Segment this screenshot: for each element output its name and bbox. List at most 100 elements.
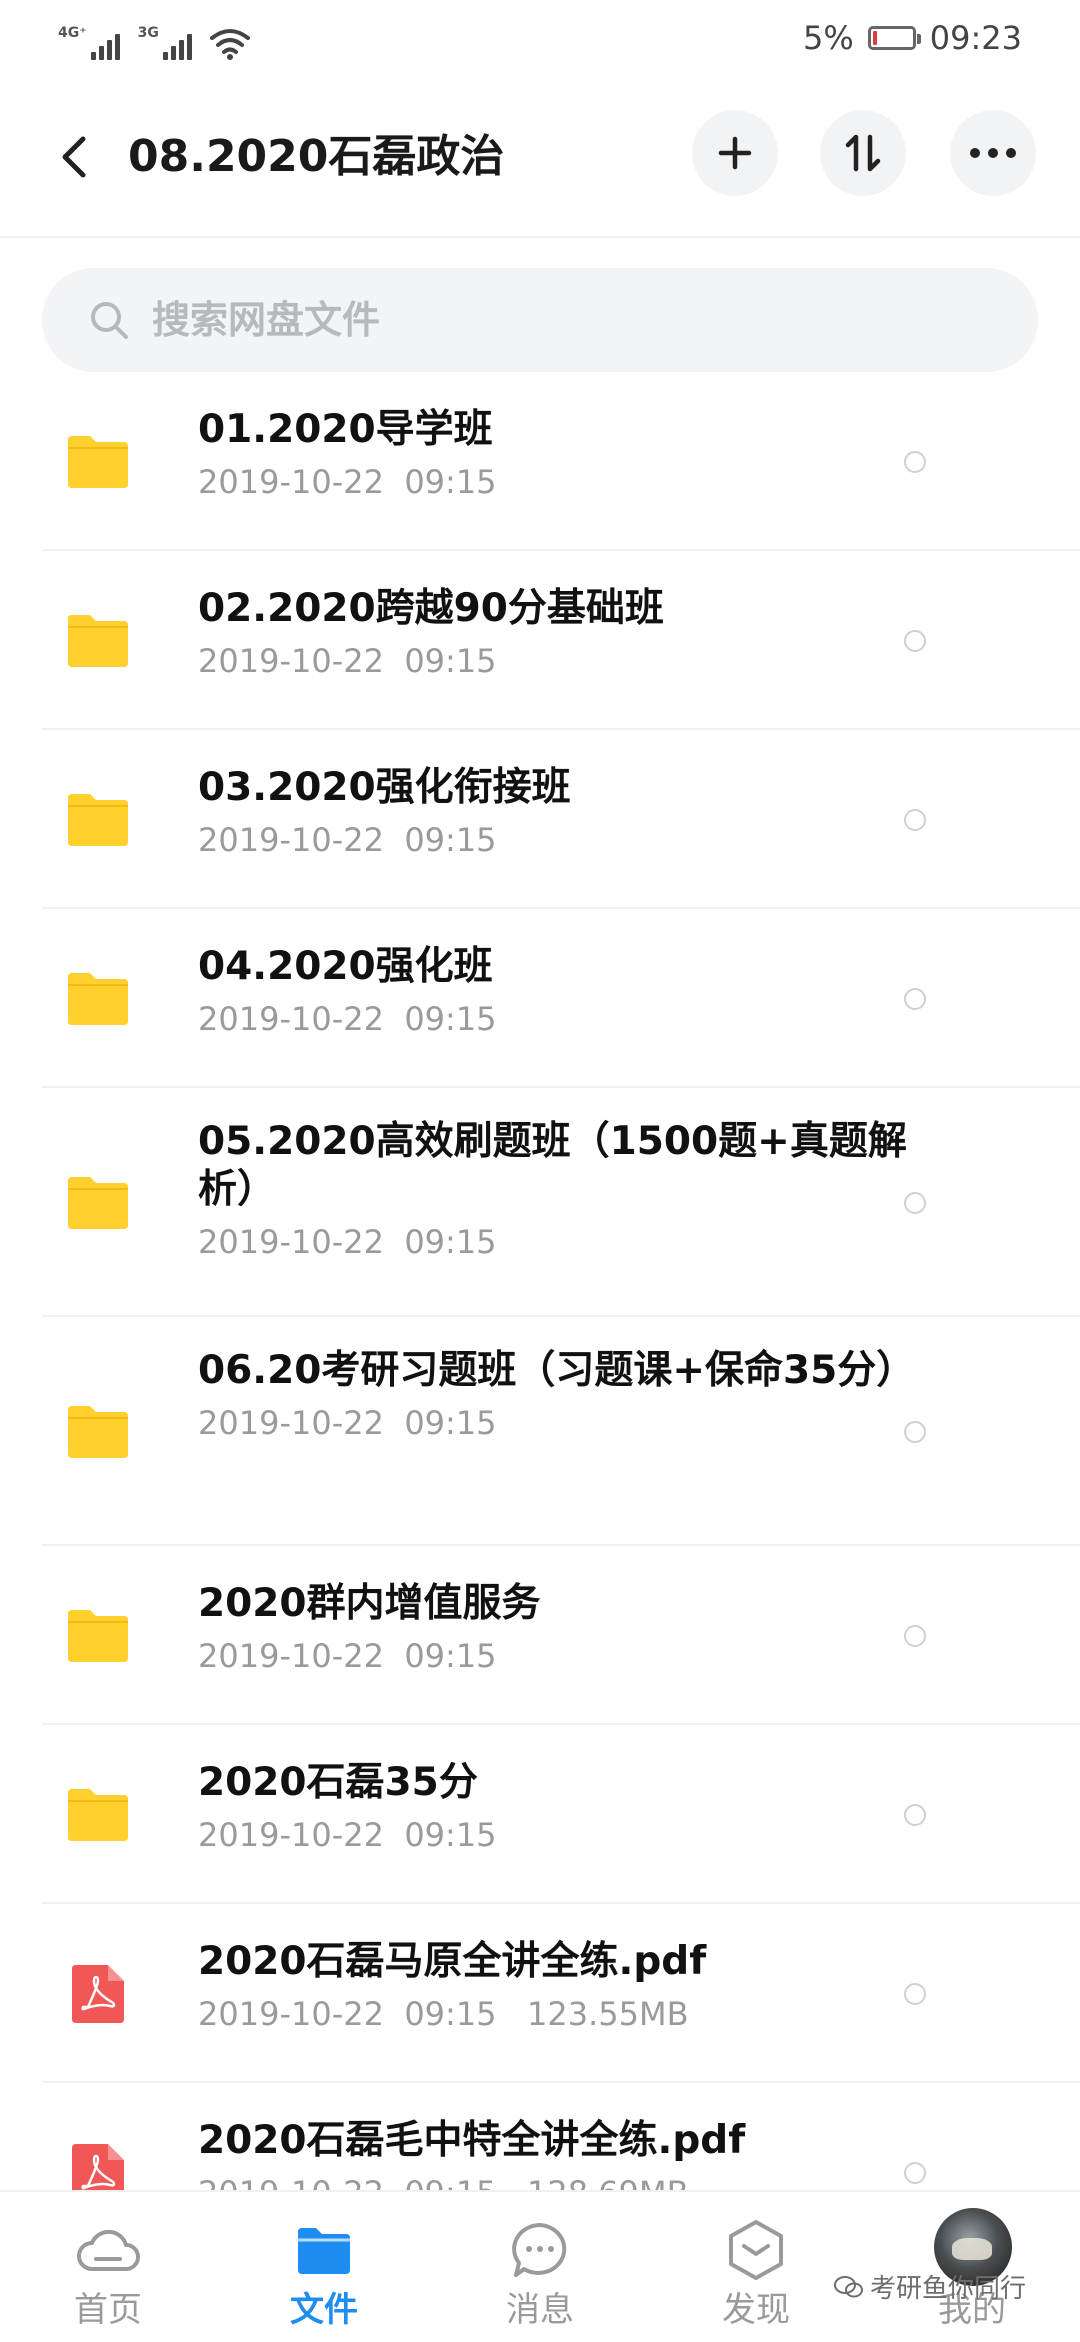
network-type-1: 4G⁺ [58, 25, 87, 41]
battery-percent: 5% [803, 19, 854, 57]
status-left: 4G⁺ 3G [58, 16, 250, 60]
select-checkbox[interactable] [904, 630, 926, 652]
folder-icon [66, 792, 130, 848]
file-meta: 2019-10-22 09:15 [198, 463, 497, 501]
clock: 09:23 [929, 19, 1022, 57]
search-input[interactable] [152, 298, 952, 342]
file-row[interactable]: 2020石磊马原全讲全练.pdf 2019-10-22 09:15 123.55M… [0, 1904, 1080, 2083]
signal-bars-icon [162, 34, 192, 60]
row-text: 01.2020导学班 2019-10-22 09:15 [198, 406, 930, 502]
bottom-nav: 首页 文件 消息 发现 我的 [0, 2190, 1080, 2342]
file-name: 2020石磊35分 [198, 1760, 478, 1805]
watermark: 考研鱼你同行 [834, 2268, 1026, 2305]
more-button[interactable] [950, 110, 1036, 196]
wifi-icon [209, 28, 250, 60]
select-checkbox[interactable] [904, 809, 926, 831]
file-meta: 2019-10-22 09:15 [198, 821, 497, 859]
file-name: 03.2020强化衔接班 [198, 765, 571, 810]
cellular-signal-1: 4G⁺ [58, 26, 120, 60]
wechat-icon [834, 2275, 863, 2297]
folder-row[interactable]: 2020群内增值服务 2019-10-22 09:15 [0, 1546, 1080, 1725]
discover-icon [724, 2218, 788, 2282]
row-text: 2020石磊马原全讲全练.pdf 2019-10-22 09:15 123.55M… [198, 1938, 930, 2034]
folder-icon [66, 1787, 130, 1843]
select-checkbox[interactable] [904, 451, 926, 473]
file-list: 01.2020导学班 2019-10-22 09:15 02.2020跨越90分基础… [0, 372, 1080, 2262]
select-checkbox[interactable] [904, 988, 926, 1010]
folder-row[interactable]: 01.2020导学班 2019-10-22 09:15 [0, 372, 1080, 551]
nav-files[interactable]: 文件 [216, 2192, 432, 2342]
file-meta: 2019-10-22 09:15 123.55MB [198, 1995, 689, 2033]
folder-icon [66, 613, 130, 669]
row-text: 2020群内增值服务 2019-10-22 09:15 [198, 1580, 930, 1676]
search-icon [86, 297, 132, 343]
row-text: 03.2020强化衔接班 2019-10-22 09:15 [198, 764, 930, 860]
sort-button[interactable] [820, 110, 906, 196]
pdf-icon [70, 1963, 134, 2023]
file-name: 04.2020强化班 [198, 944, 493, 989]
chat-icon [508, 2218, 572, 2282]
select-checkbox[interactable] [904, 1192, 926, 1214]
file-meta: 2019-10-22 09:15 [198, 642, 497, 680]
battery-icon [867, 26, 921, 50]
select-checkbox[interactable] [904, 1804, 926, 1826]
app-header: 08.2020石磊政治 [0, 78, 1080, 238]
row-text: 2020石磊35分 2019-10-22 09:15 [198, 1759, 930, 1855]
file-name: 2020群内增值服务 [198, 1581, 541, 1626]
folder-row[interactable]: 05.2020高效刷题班（1500题+真题解析） 2019-10-22 09:15 [0, 1088, 1080, 1317]
signal-bars-icon [90, 34, 120, 60]
file-name: 01.2020导学班 [198, 407, 493, 452]
status-right: 5% 09:23 [803, 16, 1022, 60]
battery-level [872, 31, 877, 45]
folder-row[interactable]: 2020石磊35分 2019-10-22 09:15 [0, 1725, 1080, 1904]
cloud-icon [76, 2218, 140, 2282]
file-name: 2020石磊毛中特全讲全练.pdf [198, 2118, 746, 2163]
file-meta: 2019-10-22 09:15 [198, 1000, 497, 1038]
network-type-2: 3G [137, 25, 159, 41]
file-name: 05.2020高效刷题班（1500题+真题解析） [198, 1119, 907, 1212]
nav-home[interactable]: 首页 [0, 2192, 216, 2342]
select-checkbox[interactable] [904, 1421, 926, 1443]
page-title: 08.2020石磊政治 [128, 131, 505, 182]
select-checkbox[interactable] [904, 1625, 926, 1647]
folder-icon [66, 1608, 130, 1664]
folder-icon [66, 971, 130, 1027]
file-meta: 2019-10-22 09:15 [198, 1637, 497, 1675]
file-name: 02.2020跨越90分基础班 [198, 586, 664, 631]
folder-icon [292, 2218, 356, 2282]
folder-row[interactable]: 02.2020跨越90分基础班 2019-10-22 09:15 [0, 551, 1080, 730]
more-icon [970, 148, 1016, 158]
back-button[interactable] [44, 122, 104, 192]
folder-icon [66, 434, 130, 490]
cellular-signal-2: 3G [138, 26, 192, 60]
nav-discover-label: 发现 [722, 2290, 790, 2330]
nav-discover[interactable]: 发现 [648, 2192, 864, 2342]
chevron-left-icon [62, 136, 86, 178]
row-text: 04.2020强化班 2019-10-22 09:15 [198, 943, 930, 1039]
row-text: 06.20考研习题班（习题课+保命35分） 2019-10-22 09:15 [198, 1347, 930, 1443]
nav-messages[interactable]: 消息 [432, 2192, 648, 2342]
select-checkbox[interactable] [904, 1983, 926, 2005]
status-bar: 4G⁺ 3G 5% 09:23 [0, 0, 1080, 78]
folder-row[interactable]: 04.2020强化班 2019-10-22 09:15 [0, 909, 1080, 1088]
file-meta: 2019-10-22 09:15 [198, 1404, 497, 1442]
sort-icon [845, 134, 881, 172]
file-meta: 2019-10-22 09:15 [198, 1816, 497, 1854]
nav-files-label: 文件 [290, 2290, 358, 2330]
row-text: 02.2020跨越90分基础班 2019-10-22 09:15 [198, 585, 930, 681]
folder-row[interactable]: 06.20考研习题班（习题课+保命35分） 2019-10-22 09:15 [0, 1317, 1080, 1546]
folder-row[interactable]: 03.2020强化衔接班 2019-10-22 09:15 [0, 730, 1080, 909]
file-name: 2020石磊马原全讲全练.pdf [198, 1939, 707, 1984]
folder-icon [66, 1175, 130, 1231]
row-text: 05.2020高效刷题班（1500题+真题解析） 2019-10-22 09:15 [198, 1118, 930, 1262]
plus-icon [718, 136, 752, 170]
add-button[interactable] [692, 110, 778, 196]
nav-home-label: 首页 [74, 2290, 142, 2330]
file-name: 06.20考研习题班（习题课+保命35分） [198, 1348, 916, 1393]
folder-icon [66, 1404, 130, 1460]
file-meta: 2019-10-22 09:15 [198, 1223, 497, 1261]
select-checkbox[interactable] [904, 2162, 926, 2184]
nav-messages-label: 消息 [506, 2290, 574, 2330]
search-bar[interactable] [42, 268, 1038, 372]
watermark-text: 考研鱼你同行 [870, 2274, 1027, 2304]
